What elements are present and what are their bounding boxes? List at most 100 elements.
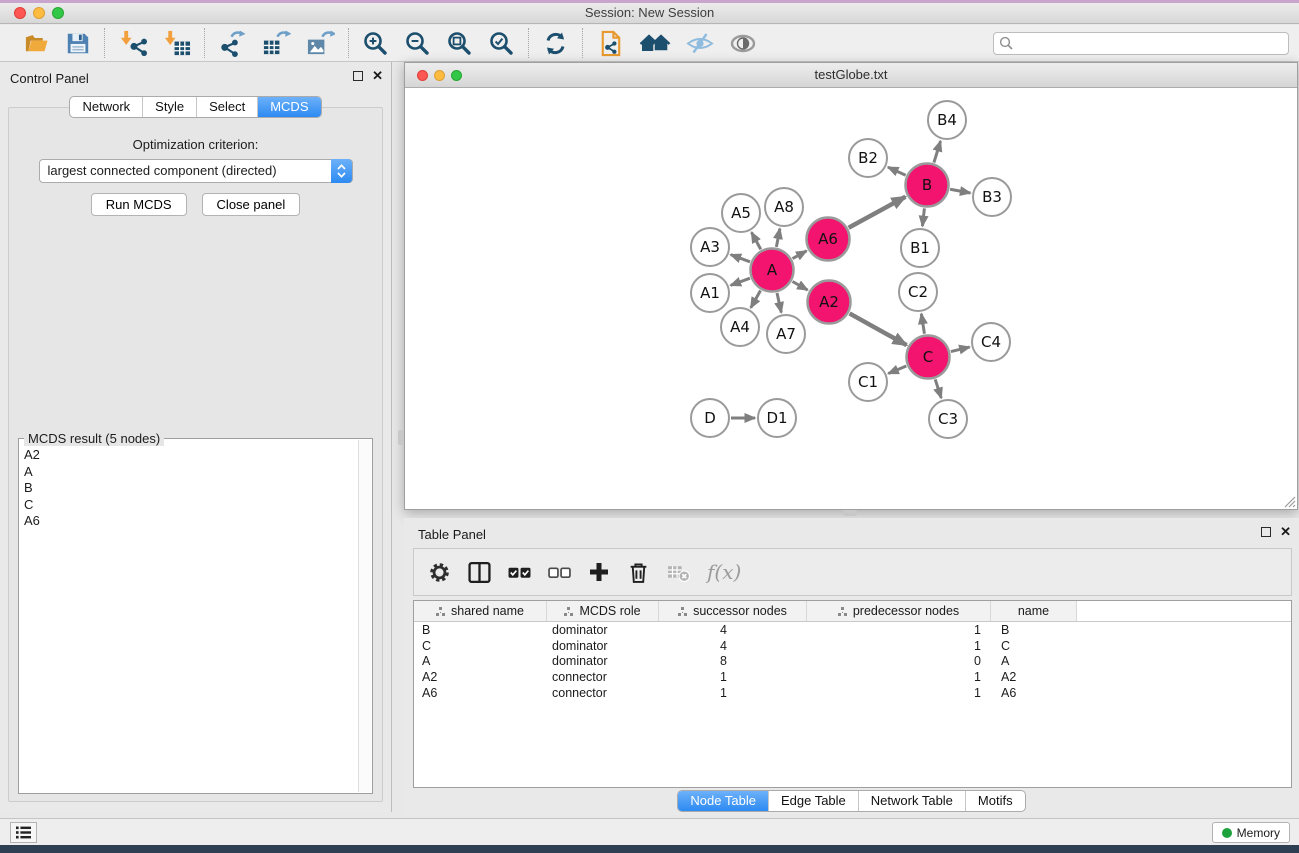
graph-edge-A-A5[interactable] (752, 232, 761, 249)
graph-node-B3[interactable]: B3 (973, 178, 1011, 216)
column-header-predecessor-nodes[interactable]: predecessor nodes (807, 601, 991, 621)
graph-edge-B-B2[interactable] (888, 167, 906, 175)
hide-gestures-eye-icon[interactable] (686, 30, 714, 57)
network-window-titlebar[interactable]: testGlobe.txt (405, 63, 1297, 88)
settings-gear-icon[interactable] (428, 561, 451, 584)
zoom-out-icon[interactable] (404, 30, 431, 57)
network-minimize-button[interactable] (434, 70, 445, 81)
column-header-shared-name[interactable]: shared name (414, 601, 547, 621)
graph-node-D1[interactable]: D1 (758, 399, 796, 437)
graph-node-A[interactable]: A (751, 249, 794, 292)
table-cell[interactable]: 1 (659, 670, 807, 684)
table-cell[interactable]: dominator (547, 654, 659, 668)
table-cell[interactable]: A (414, 654, 547, 668)
graph-node-C[interactable]: C (907, 336, 950, 379)
graph-edge-A-A7[interactable] (777, 293, 781, 313)
mcds-result-list[interactable]: A2ABCA6 (20, 447, 357, 792)
graph-edge-C-C2[interactable] (921, 314, 924, 334)
refresh-icon[interactable] (542, 30, 569, 57)
tab-mcds[interactable]: MCDS (257, 97, 320, 117)
table-cell[interactable]: 1 (807, 639, 991, 653)
table-cell[interactable]: connector (547, 670, 659, 684)
memory-button[interactable]: Memory (1212, 822, 1290, 843)
optimization-criterion-select[interactable]: largest connected component (directed) (39, 159, 353, 183)
graph-edge-A-A4[interactable] (751, 290, 761, 307)
graph-node-D[interactable]: D (691, 399, 729, 437)
graph-node-C4[interactable]: C4 (972, 323, 1010, 361)
graph-node-C3[interactable]: C3 (929, 400, 967, 438)
window-resize-grip[interactable] (1282, 494, 1296, 508)
splitter-handle[interactable] (843, 510, 857, 516)
table-cell[interactable]: connector (547, 686, 659, 700)
select-all-checkboxes-icon[interactable] (508, 561, 531, 584)
export-image-icon[interactable] (306, 29, 335, 58)
import-table-icon[interactable] (162, 29, 191, 58)
graph-node-A3[interactable]: A3 (691, 228, 729, 266)
tab-motifs[interactable]: Motifs (965, 791, 1025, 811)
graph-edge-A-A8[interactable] (776, 229, 779, 247)
preview-eye-icon[interactable] (729, 30, 757, 57)
zoom-selected-icon[interactable] (488, 30, 515, 57)
mcds-result-scrollbar[interactable] (358, 440, 371, 792)
graph-node-A8[interactable]: A8 (765, 188, 803, 226)
column-header-name[interactable]: name (991, 601, 1077, 621)
graph-edge-A6-B[interactable] (849, 197, 906, 228)
tab-edge-table[interactable]: Edge Table (768, 791, 858, 811)
mcds-result-item[interactable]: C (20, 497, 357, 514)
splitter-handle[interactable] (398, 430, 404, 445)
graph-edge-A-A2[interactable] (792, 282, 807, 291)
float-panel-icon[interactable] (1261, 527, 1271, 537)
graph-node-B4[interactable]: B4 (928, 101, 966, 139)
task-history-button[interactable] (10, 822, 37, 843)
network-canvas[interactable]: B4B2BB3A8A5A6A3B1AA1C2A2A4A7C4CC1C3DD1 (405, 89, 1297, 509)
tab-network[interactable]: Network (70, 97, 142, 117)
graph-node-A4[interactable]: A4 (721, 308, 759, 346)
graph-edge-C-C3[interactable] (935, 379, 941, 398)
close-window-button[interactable] (14, 7, 26, 19)
table-cell[interactable]: A6 (414, 686, 547, 700)
graph-node-B2[interactable]: B2 (849, 139, 887, 177)
graph-edge-A-A1[interactable] (731, 278, 750, 285)
table-cell[interactable]: A (991, 654, 1077, 668)
table-cell[interactable]: C (414, 639, 547, 653)
table-cell[interactable]: 1 (659, 686, 807, 700)
table-cell[interactable]: C (991, 639, 1077, 653)
delete-column-trash-icon[interactable] (627, 561, 650, 584)
network-close-button[interactable] (417, 70, 428, 81)
tab-style[interactable]: Style (142, 97, 196, 117)
zoom-fit-icon[interactable] (446, 30, 473, 57)
graph-node-C2[interactable]: C2 (899, 273, 937, 311)
network-maximize-button[interactable] (451, 70, 462, 81)
run-mcds-button[interactable]: Run MCDS (91, 193, 187, 216)
table-cell[interactable]: B (414, 623, 547, 637)
table-row[interactable]: Cdominator41C (414, 638, 1291, 654)
graph-node-A6[interactable]: A6 (807, 218, 850, 261)
graph-node-A2[interactable]: A2 (808, 281, 851, 324)
save-session-icon[interactable] (65, 30, 91, 56)
clone-network-view-icon[interactable] (596, 29, 625, 58)
maximize-window-button[interactable] (52, 7, 64, 19)
close-panel-button[interactable]: Close panel (202, 193, 301, 216)
column-header-MCDS-role[interactable]: MCDS role (547, 601, 659, 621)
mcds-result-item[interactable]: A6 (20, 513, 357, 530)
column-header-successor-nodes[interactable]: successor nodes (659, 601, 807, 621)
graph-edge-A-A6[interactable] (793, 251, 807, 259)
mcds-result-item[interactable]: A2 (20, 447, 357, 464)
graph-node-B[interactable]: B (906, 164, 949, 207)
graph-edge-B-B1[interactable] (922, 208, 924, 226)
table-cell[interactable]: 1 (807, 686, 991, 700)
table-cell[interactable]: 8 (659, 654, 807, 668)
table-cell[interactable]: 4 (659, 639, 807, 653)
table-cell[interactable]: B (991, 623, 1077, 637)
graph-edge-A2-C[interactable] (850, 313, 907, 345)
export-table-icon[interactable] (262, 29, 291, 58)
tab-node-table[interactable]: Node Table (678, 791, 768, 811)
minimize-window-button[interactable] (33, 7, 45, 19)
table-row[interactable]: A2connector11A2 (414, 669, 1291, 685)
float-panel-icon[interactable] (353, 71, 363, 81)
show-networks-home-icon[interactable] (640, 30, 671, 57)
close-panel-icon[interactable] (1280, 527, 1291, 537)
graph-node-A1[interactable]: A1 (691, 274, 729, 312)
graph-edge-B-B3[interactable] (950, 189, 970, 193)
toggle-columns-icon[interactable] (468, 561, 491, 584)
